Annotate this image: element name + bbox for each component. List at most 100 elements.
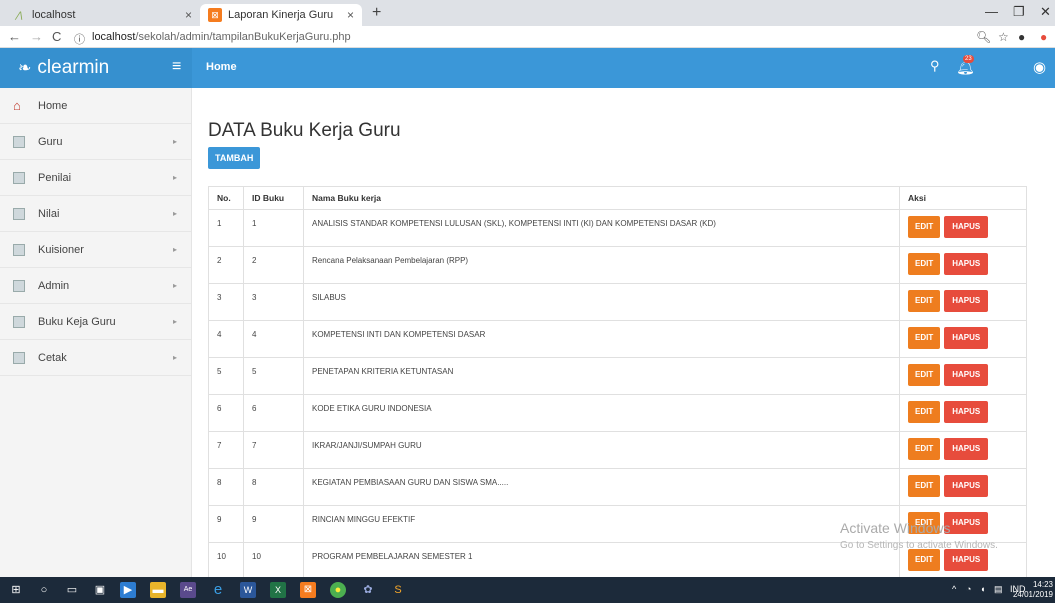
- close-tab-icon[interactable]: ×: [347, 8, 354, 22]
- sidebar-item-kuisioner[interactable]: Kuisioner ▸: [0, 232, 191, 268]
- volume-icon[interactable]: ◖: [980, 584, 985, 594]
- menu-toggle-icon[interactable]: ≡: [172, 58, 181, 76]
- edit-button[interactable]: EDIT: [908, 475, 941, 497]
- url-field[interactable]: localhost/sekolah/admin/tampilanBukuKerj…: [92, 31, 351, 43]
- edit-button[interactable]: EDIT: [908, 549, 941, 571]
- sidebar-item-buku-kerja-guru[interactable]: Buku Keja Guru ▸: [0, 304, 191, 340]
- breadcrumb[interactable]: Home: [206, 61, 237, 73]
- store-icon[interactable]: ▣: [92, 582, 108, 598]
- restore-icon[interactable]: ❐: [1013, 4, 1025, 20]
- edit-button[interactable]: EDIT: [908, 216, 941, 238]
- notes-icon[interactable]: ▤: [994, 584, 1003, 595]
- network-icon[interactable]: ◔: [966, 584, 971, 594]
- activation-watermark-sub: Go to Settings to activate Windows.: [840, 540, 998, 551]
- sidebar-item-label: Cetak: [38, 351, 67, 364]
- sidebar-item-home[interactable]: ⌂ Home: [0, 88, 191, 124]
- zoom-icon[interactable]: 🔍︎: [976, 30, 991, 44]
- delete-button[interactable]: HAPUS: [944, 216, 989, 238]
- sidebar-item-cetak[interactable]: Cetak ▸: [0, 340, 191, 376]
- edit-button[interactable]: EDIT: [908, 290, 941, 312]
- cell-name: Rencana Pelaksanaan Pembelajaran (RPP): [303, 246, 900, 284]
- cell-no: 4: [208, 320, 244, 358]
- add-button[interactable]: TAMBAH: [208, 147, 261, 169]
- new-tab-button[interactable]: +: [372, 4, 381, 22]
- info-icon[interactable]: ⓘ: [74, 31, 85, 47]
- delete-button[interactable]: HAPUS: [944, 327, 989, 349]
- cell-aksi: EDIT HAPUS: [899, 431, 1027, 469]
- sidebar-item-label: Guru: [38, 135, 63, 148]
- sidebar-item-admin[interactable]: Admin ▸: [0, 268, 191, 304]
- home-icon: ⌂: [13, 97, 21, 113]
- cell-id: 6: [243, 394, 304, 432]
- cell-no: 2: [208, 246, 244, 284]
- sidebar-item-penilai[interactable]: Penilai ▸: [0, 160, 191, 196]
- edit-button[interactable]: EDIT: [908, 364, 941, 386]
- windows-start-icon[interactable]: ⊞: [8, 582, 24, 598]
- close-tab-icon[interactable]: ×: [185, 8, 192, 22]
- main-content: DATA Buku Kerja Guru TAMBAH No. ID Buku …: [193, 88, 1055, 580]
- after-effects-icon[interactable]: Ae: [180, 582, 196, 598]
- table-icon: [13, 279, 25, 292]
- chevron-right-icon: ▸: [172, 173, 177, 182]
- brand-logo[interactable]: ❧ clearmin: [0, 48, 192, 88]
- column-header-name: Nama Buku kerja: [303, 186, 900, 210]
- edit-button[interactable]: EDIT: [908, 401, 941, 423]
- cell-no: 8: [208, 468, 244, 506]
- delete-button[interactable]: HAPUS: [944, 253, 989, 275]
- bookmark-star-icon[interactable]: ☆: [998, 30, 1009, 44]
- search-icon[interactable]: ○: [36, 582, 52, 598]
- sidebar-item-label: Home: [38, 99, 68, 112]
- minimize-icon[interactable]: —: [985, 4, 998, 19]
- media-icon[interactable]: ▶: [120, 582, 136, 598]
- browser-tab-bar: ⋀ localhost × ⊠ Laporan Kinerja Guru × +…: [0, 0, 1055, 26]
- column-header-no: No.: [208, 186, 244, 210]
- table-row: 1 1 ANALISIS STANDAR KOMPETENSI LULUSAN (S…: [208, 209, 1027, 247]
- chevron-right-icon: ▸: [172, 317, 177, 326]
- edit-button[interactable]: EDIT: [908, 438, 941, 460]
- delete-button[interactable]: HAPUS: [944, 512, 989, 534]
- search-icon[interactable]: ⚲: [930, 58, 940, 74]
- cell-name: KOMPETENSI INTI DAN KOMPETENSI DASAR: [303, 320, 900, 358]
- extension-icon[interactable]: ●: [1040, 30, 1047, 44]
- profile-icon[interactable]: ●: [1018, 30, 1025, 44]
- excel-icon[interactable]: X: [270, 582, 286, 598]
- sublime-icon[interactable]: S: [390, 582, 406, 598]
- forward-icon[interactable]: →: [30, 29, 43, 44]
- table-row: 8 8 KEGIATAN PEMBIASAAN GURU DAN SISWA SMA…: [208, 468, 1027, 506]
- sidebar-item-label: Nilai: [38, 207, 60, 220]
- edge-icon[interactable]: e: [210, 582, 226, 598]
- table-icon: [13, 171, 25, 184]
- table-icon: [13, 351, 25, 364]
- delete-button[interactable]: HAPUS: [944, 364, 989, 386]
- cell-id: 5: [243, 357, 304, 395]
- back-icon[interactable]: ←: [8, 29, 21, 44]
- browser-tab-localhost[interactable]: ⋀ localhost ×: [4, 4, 200, 26]
- delete-button[interactable]: HAPUS: [944, 549, 989, 571]
- browser-tab-laporan[interactable]: ⊠ Laporan Kinerja Guru ×: [200, 4, 362, 26]
- cell-id: 7: [243, 431, 304, 469]
- file-explorer-icon[interactable]: ▬: [150, 582, 166, 598]
- clock[interactable]: 14:23 24/01/2019: [1013, 580, 1053, 600]
- delete-button[interactable]: HAPUS: [944, 401, 989, 423]
- clock-time: 14:23: [1032, 580, 1053, 589]
- delete-button[interactable]: HAPUS: [944, 290, 989, 312]
- table-row: 3 3 SILABUS EDIT HAPUS: [208, 283, 1027, 321]
- task-view-icon[interactable]: ▭: [64, 582, 80, 598]
- word-icon[interactable]: W: [240, 582, 256, 598]
- sidebar-item-nilai[interactable]: Nilai ▸: [0, 196, 191, 232]
- edit-button[interactable]: EDIT: [908, 327, 941, 349]
- sidebar-item-guru[interactable]: Guru ▸: [0, 124, 191, 160]
- app-icon[interactable]: ✿: [360, 582, 376, 598]
- edit-button[interactable]: EDIT: [908, 253, 941, 275]
- window-close-icon[interactable]: ✕: [1040, 4, 1051, 20]
- xampp-icon[interactable]: ⊠: [300, 582, 316, 598]
- user-icon[interactable]: ◉: [1033, 58, 1046, 76]
- delete-button[interactable]: HAPUS: [944, 438, 989, 460]
- chrome-icon[interactable]: ●: [330, 582, 346, 598]
- sidebar-item-label: Kuisioner: [38, 243, 84, 256]
- tray-chevron-icon[interactable]: ^: [952, 584, 956, 594]
- reload-icon[interactable]: C: [52, 29, 61, 44]
- cell-aksi: EDIT HAPUS: [899, 209, 1027, 247]
- page-title: DATA Buku Kerja Guru: [208, 120, 401, 141]
- delete-button[interactable]: HAPUS: [944, 475, 989, 497]
